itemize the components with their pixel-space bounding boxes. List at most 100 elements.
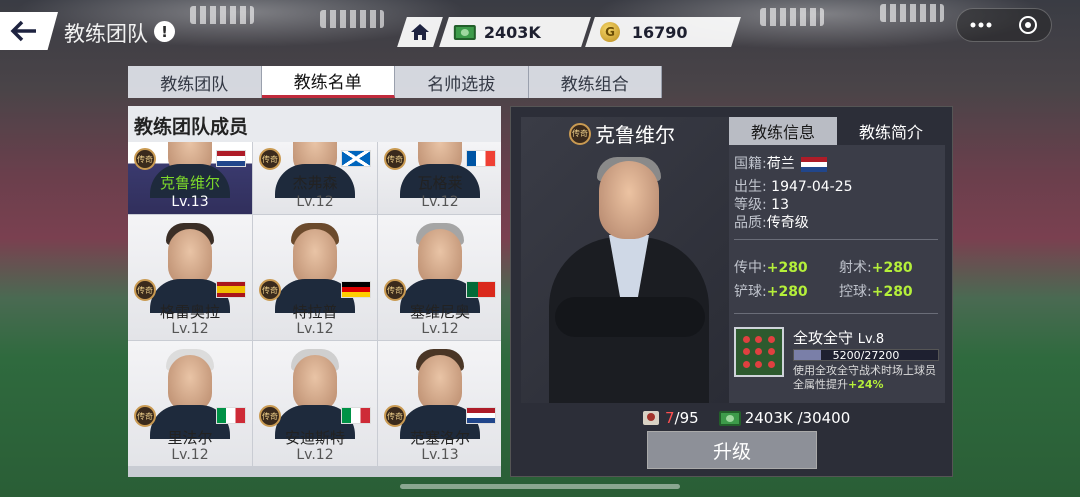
coach-portrait: [521, 117, 731, 403]
info-icon[interactable]: !: [154, 21, 175, 42]
coach-card[interactable]: 传奇 杰弗森 Lv.12: [253, 142, 377, 214]
stat-label: 射术:: [839, 260, 872, 276]
coach-card-level: Lv.13: [171, 194, 209, 210]
coach-card-name: 格雷奥拉: [159, 303, 220, 321]
cash-icon: [718, 410, 741, 426]
card-count: 7: [665, 409, 675, 427]
birth-value: 1947-04-25: [771, 179, 853, 195]
back-button[interactable]: [0, 12, 58, 50]
skill-progress-bar: 5200/27200: [793, 349, 939, 362]
flag-netherlands-icon: [800, 156, 827, 172]
flag-portugal-icon: [466, 281, 496, 298]
skill-bonus: +24%: [848, 378, 884, 391]
coach-card-level: Lv.12: [296, 194, 334, 210]
tab-coach-list[interactable]: 教练名单: [261, 66, 395, 98]
coach-card-level: Lv.12: [296, 447, 334, 463]
portrait-face: [599, 161, 659, 239]
roster-panel: 教练团队成员 传奇 克鲁维尔 Lv.13 传奇 杰弗森 Lv.12 传奇 瓦格莱 Lv.12 传奇…: [128, 106, 501, 477]
coach-card-name: 瓦格莱: [417, 174, 463, 192]
tab-coach-team[interactable]: 教练团队: [128, 66, 262, 98]
divider: [734, 239, 938, 240]
stat-label: 铲球:: [734, 284, 767, 300]
coach-card[interactable]: 传奇 克鲁维尔 Lv.13: [128, 142, 252, 214]
coach-card-name: 克鲁维尔: [159, 174, 220, 192]
tab-coach-combo[interactable]: 教练组合: [528, 66, 662, 98]
top-bar: 教练团队 ! 2403K G 16790: [0, 0, 1080, 62]
legend-badge-icon: 传奇: [384, 405, 406, 427]
coach-face: [168, 355, 212, 411]
stat-value: +280: [871, 284, 913, 300]
home-button[interactable]: [397, 17, 443, 47]
coin-display[interactable]: G 16790: [585, 17, 741, 47]
coach-card-level: Lv.12: [171, 321, 209, 337]
roster-heading: 教练团队成员: [128, 106, 501, 142]
legend-badge-icon: 传奇: [569, 122, 591, 145]
upgrade-cost: 7 /95 2403K /30400: [641, 409, 850, 427]
skill-name: 全攻全守 Lv.8: [793, 327, 884, 348]
coach-card[interactable]: 传奇 瓦格莱 Lv.12: [378, 142, 501, 214]
skill-progress-text: 5200/27200: [832, 349, 900, 362]
legend-badge-icon: 传奇: [134, 148, 156, 170]
roster-grid: 传奇 克鲁维尔 Lv.13 传奇 杰弗森 Lv.12 传奇 瓦格莱 Lv.12 传奇 格雷奥拉 Lv.…: [128, 142, 501, 466]
tab-coach-bio[interactable]: 教练简介: [837, 117, 945, 145]
home-indicator: [400, 484, 680, 489]
cash-display[interactable]: 2403K: [439, 17, 591, 47]
flag-netherlands-icon: [216, 150, 246, 167]
coach-face: [293, 229, 337, 285]
skill-level: Lv.8: [857, 332, 885, 347]
main-tabs: 教练团队 教练名单 名帅选拔 教练组合: [128, 66, 662, 98]
page-title: 教练团队: [64, 22, 148, 46]
coach-info-panel: 国籍:荷兰 出生: 1947-04-25 等级: 13 品质:传奇级 传中:+2…: [729, 145, 945, 403]
stat-shooting: 射术:+280: [839, 257, 913, 277]
more-dots-icon[interactable]: [970, 22, 992, 28]
nationality-label: 国籍:: [734, 156, 767, 172]
coach-card[interactable]: 传奇 特拉普 Lv.12: [253, 215, 377, 340]
coach-face: [168, 229, 212, 285]
stat-value: +280: [766, 284, 808, 300]
stat-label: 传中:: [734, 260, 767, 276]
coach-card-name: 塞维尼奥: [409, 303, 470, 321]
cash-amount: 2403K: [484, 22, 541, 42]
upgrade-button[interactable]: 升级: [647, 431, 817, 469]
flag-spain-icon: [216, 281, 246, 298]
coach-card[interactable]: 传奇 里法尔 Lv.12: [128, 341, 252, 466]
skill-name-text: 全攻全守: [793, 329, 854, 347]
flag-germany-icon: [341, 281, 371, 298]
coach-card-name: 范塞洛尔: [409, 429, 470, 447]
coach-card[interactable]: 传奇 范塞洛尔 Lv.13: [378, 341, 501, 466]
quality-label: 品质:: [734, 215, 767, 231]
nationality-value: 荷兰: [766, 156, 795, 172]
coach-card-level: Lv.13: [421, 447, 459, 463]
coach-card[interactable]: 传奇 格雷奥拉 Lv.12: [128, 215, 252, 340]
stat-cross: 传中:+280: [734, 257, 808, 277]
coach-name-text: 克鲁维尔: [595, 123, 675, 147]
quality-row: 品质:传奇级: [734, 212, 809, 232]
coach-detail-panel: 传奇 克鲁维尔 教练信息 教练简介 国籍:荷兰 出生: 1947-04-25 等…: [510, 106, 953, 477]
stat-value: +280: [766, 260, 808, 276]
tab-coach-info[interactable]: 教练信息: [729, 117, 837, 145]
flag-scotland-icon: [341, 150, 371, 167]
card-total: /95: [674, 409, 699, 427]
cash-icon: [454, 24, 476, 40]
coach-card[interactable]: 传奇 塞维尼奥 Lv.12: [378, 215, 501, 340]
coach-card-name: 杰弗森: [292, 174, 338, 192]
coach-card-level: Lv.12: [421, 321, 459, 337]
coach-card-name: 安迪斯特: [284, 429, 345, 447]
coach-face: [418, 355, 462, 411]
coach-face: [293, 355, 337, 411]
close-target-icon[interactable]: [1018, 15, 1038, 35]
coach-card[interactable]: 传奇 安迪斯特 Lv.12: [253, 341, 377, 466]
legend-badge-icon: 传奇: [384, 279, 406, 301]
flag-netherlands-icon: [466, 407, 496, 424]
tactic-formation-icon[interactable]: [734, 327, 784, 377]
back-arrow-icon: [10, 20, 36, 42]
coin-amount: 16790: [632, 22, 688, 42]
coach-card-level: Lv.12: [421, 194, 459, 210]
flag-italy-icon: [216, 407, 246, 424]
level-label: 等级:: [734, 197, 767, 213]
coach-card-level: Lv.12: [171, 447, 209, 463]
tab-coach-selection[interactable]: 名帅选拔: [395, 66, 529, 98]
legend-badge-icon: 传奇: [259, 405, 281, 427]
legend-badge-icon: 传奇: [259, 148, 281, 170]
detail-tabs: 教练信息 教练简介: [729, 117, 945, 145]
